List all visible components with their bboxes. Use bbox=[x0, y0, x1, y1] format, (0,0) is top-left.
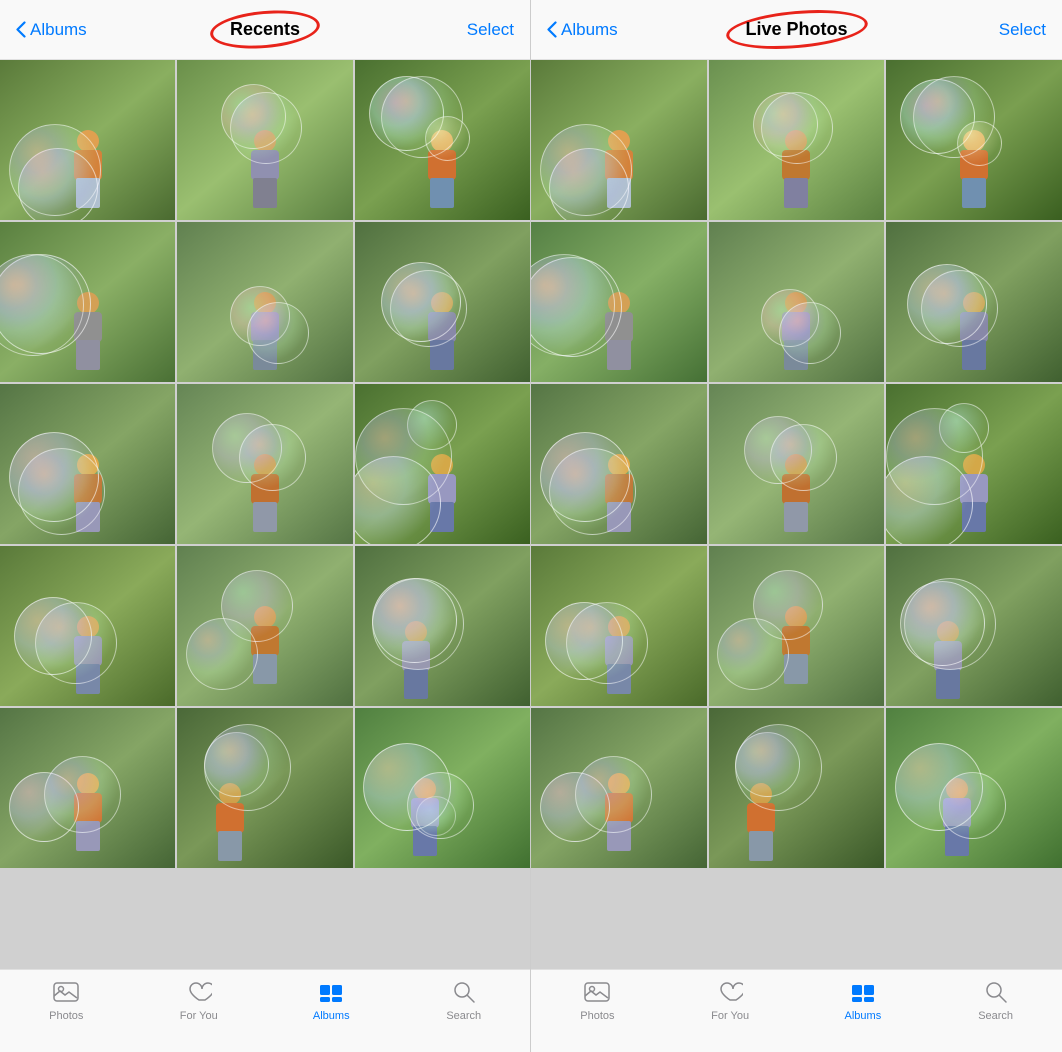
right-back-button[interactable]: Albums bbox=[547, 20, 618, 40]
photo-cell[interactable] bbox=[531, 546, 707, 706]
left-tab-search[interactable]: Search bbox=[429, 978, 499, 1022]
right-tab-for-you[interactable]: For You bbox=[695, 978, 765, 1022]
photo-cell[interactable] bbox=[886, 384, 1062, 544]
photo-cell[interactable] bbox=[177, 708, 352, 868]
left-tab-for-you-label: For You bbox=[180, 1010, 218, 1022]
photo-cell[interactable] bbox=[531, 384, 707, 544]
photo-cell[interactable] bbox=[355, 60, 530, 220]
photo-cell[interactable] bbox=[886, 222, 1062, 382]
photo-cell[interactable] bbox=[0, 60, 175, 220]
left-panel: Albums Recents Select bbox=[0, 0, 531, 1052]
right-tab-search-label: Search bbox=[978, 1010, 1013, 1022]
photo-cell[interactable] bbox=[709, 384, 885, 544]
photos-icon bbox=[52, 978, 80, 1006]
albums-icon bbox=[317, 978, 345, 1006]
for-you-icon bbox=[716, 978, 744, 1006]
photo-cell[interactable] bbox=[709, 546, 885, 706]
right-tab-search[interactable]: Search bbox=[961, 978, 1031, 1022]
photo-cell[interactable] bbox=[177, 60, 352, 220]
right-tab-albums-label: Albums bbox=[845, 1010, 882, 1022]
albums-icon bbox=[849, 978, 877, 1006]
left-title-circle: Recents bbox=[218, 15, 312, 44]
photo-cell[interactable] bbox=[886, 708, 1062, 868]
photo-cell[interactable] bbox=[0, 222, 175, 382]
right-photo-grid bbox=[531, 60, 1062, 969]
right-nav-title: Live Photos bbox=[745, 19, 847, 39]
left-tab-search-label: Search bbox=[446, 1010, 481, 1022]
photo-cell[interactable] bbox=[531, 708, 707, 868]
photo-cell[interactable] bbox=[531, 60, 707, 220]
left-tab-albums-label: Albums bbox=[313, 1010, 350, 1022]
left-nav-title: Recents bbox=[230, 19, 300, 39]
for-you-icon bbox=[185, 978, 213, 1006]
photo-cell[interactable] bbox=[177, 384, 352, 544]
left-tab-albums[interactable]: Albums bbox=[296, 978, 366, 1022]
photo-cell[interactable] bbox=[886, 546, 1062, 706]
photo-cell[interactable] bbox=[177, 546, 352, 706]
right-title-wrapper: Live Photos bbox=[733, 15, 859, 44]
left-tab-for-you[interactable]: For You bbox=[164, 978, 234, 1022]
photo-cell[interactable] bbox=[177, 222, 352, 382]
right-tab-albums[interactable]: Albums bbox=[828, 978, 898, 1022]
photo-cell[interactable] bbox=[0, 384, 175, 544]
right-tab-photos[interactable]: Photos bbox=[562, 978, 632, 1022]
left-nav-bar: Albums Recents Select bbox=[0, 0, 530, 60]
right-back-label: Albums bbox=[561, 20, 618, 40]
photo-cell[interactable] bbox=[0, 546, 175, 706]
photo-cell[interactable] bbox=[355, 384, 530, 544]
right-panel: Albums Live Photos Select bbox=[531, 0, 1062, 1052]
photo-cell[interactable] bbox=[886, 60, 1062, 220]
photo-cell[interactable] bbox=[355, 708, 530, 868]
right-nav-bar: Albums Live Photos Select bbox=[531, 0, 1062, 60]
search-icon bbox=[982, 978, 1010, 1006]
left-tab-bar: Photos For You Albums bbox=[0, 969, 530, 1052]
left-title-wrapper: Recents bbox=[218, 15, 312, 44]
right-title-circle: Live Photos bbox=[733, 15, 859, 44]
right-tab-photos-label: Photos bbox=[580, 1010, 614, 1022]
right-select-button[interactable]: Select bbox=[999, 20, 1046, 40]
left-tab-photos-label: Photos bbox=[49, 1010, 83, 1022]
photo-cell[interactable] bbox=[709, 60, 885, 220]
search-icon bbox=[450, 978, 478, 1006]
photos-icon bbox=[583, 978, 611, 1006]
photo-cell[interactable] bbox=[355, 222, 530, 382]
right-tab-bar: Photos For You Albums bbox=[531, 969, 1062, 1052]
photo-cell[interactable] bbox=[531, 222, 707, 382]
photo-cell[interactable] bbox=[709, 708, 885, 868]
right-tab-for-you-label: For You bbox=[711, 1010, 749, 1022]
left-back-button[interactable]: Albums bbox=[16, 20, 87, 40]
left-tab-photos[interactable]: Photos bbox=[31, 978, 101, 1022]
left-back-label: Albums bbox=[30, 20, 87, 40]
left-photo-grid bbox=[0, 60, 530, 969]
left-select-button[interactable]: Select bbox=[467, 20, 514, 40]
photo-cell[interactable] bbox=[709, 222, 885, 382]
photo-cell[interactable] bbox=[0, 708, 175, 868]
photo-cell[interactable] bbox=[355, 546, 530, 706]
